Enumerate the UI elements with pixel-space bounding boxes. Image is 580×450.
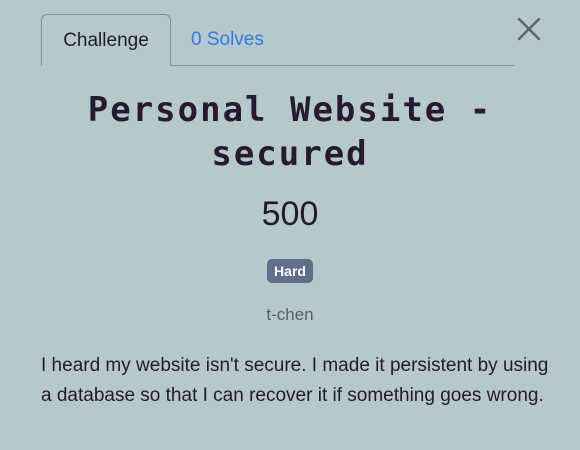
tab-challenge[interactable]: Challenge [41, 14, 171, 66]
challenge-tabs: Challenge 0 Solves [41, 14, 514, 66]
difficulty-badge: Hard [267, 259, 313, 283]
difficulty-badge-wrapper: Hard [0, 259, 580, 283]
challenge-description: I heard my website isn't secure. I made … [41, 355, 549, 406]
tab-solves[interactable]: 0 Solves [171, 14, 284, 66]
close-icon[interactable] [516, 16, 542, 42]
challenge-author: t-chen [266, 305, 314, 324]
challenge-title: Personal Website - secured [87, 90, 493, 174]
challenge-points: 500 [261, 195, 319, 233]
